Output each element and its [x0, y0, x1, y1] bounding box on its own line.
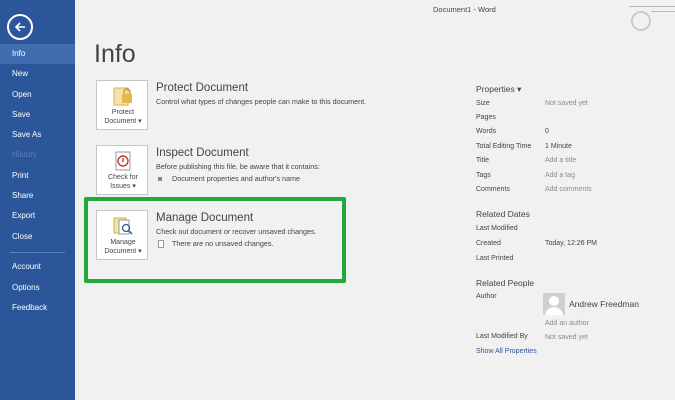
properties-heading[interactable]: Properties ▾ — [476, 84, 521, 95]
author-name[interactable]: Andrew Freedman — [569, 299, 639, 309]
prop-value-title[interactable]: Add a title — [545, 157, 576, 164]
nav-item-history: History — [12, 150, 37, 159]
nav-item-info[interactable]: Info — [0, 44, 75, 64]
nav-item-open[interactable]: Open — [0, 85, 75, 105]
date-label-last-modified: Last Modified — [476, 225, 518, 232]
protect-document-button[interactable]: Protect Document ▾ — [96, 80, 148, 130]
people-value-last-modified-by: Not saved yet — [545, 334, 588, 341]
nav-item-feedback[interactable]: Feedback — [0, 298, 75, 318]
window-controls-line-2 — [651, 11, 675, 12]
people-label-author: Author — [476, 293, 497, 300]
prop-label-pages: Pages — [476, 114, 496, 121]
prop-value-tags[interactable]: Add a tag — [545, 172, 575, 179]
highlight-box — [84, 197, 346, 283]
avatar-head — [549, 296, 559, 306]
inspect-document-icon — [112, 151, 134, 171]
inspect-bullet-text: Document properties and author's name — [172, 174, 301, 183]
prop-value-words: 0 — [545, 128, 549, 135]
protect-document-title: Protect Document — [156, 82, 249, 94]
nav-item-options[interactable]: Options — [0, 278, 75, 298]
touch-mode-icon[interactable] — [631, 11, 651, 31]
nav-item-share[interactable]: Share — [0, 186, 75, 206]
page-title: Info — [94, 40, 136, 68]
inspect-document-section: Check for Issues ▾ Inspect Document Befo… — [96, 145, 476, 195]
protect-document-desc: Control what types of changes people can… — [156, 97, 367, 106]
nav-divider — [10, 252, 65, 253]
nav-item-close[interactable]: Close — [0, 227, 75, 247]
back-arrow-icon[interactable] — [7, 14, 33, 40]
prop-label-tags: Tags — [476, 172, 491, 179]
nav-item-save[interactable]: Save — [0, 105, 75, 125]
date-value-created: Today, 12:26 PM — [545, 240, 598, 247]
avatar-body — [545, 307, 563, 315]
nav-item-print[interactable]: Print — [0, 166, 75, 186]
nav-item-account[interactable]: Account — [0, 257, 75, 277]
prop-label-editing-time: Total Editing Time — [476, 143, 532, 150]
nav-item-export[interactable]: Export — [0, 206, 75, 226]
show-all-properties-link[interactable]: Show All Properties — [476, 348, 537, 355]
related-people-heading: Related People — [476, 278, 535, 288]
backstage-nav: Info New Open Save Save As History Print… — [0, 0, 75, 400]
prop-label-size: Size — [476, 100, 490, 107]
avatar — [543, 293, 565, 315]
inspect-tile-label-2: Issues ▾ — [110, 183, 136, 190]
prop-label-comments: Comments — [476, 186, 510, 193]
prop-value-comments[interactable]: Add comments — [545, 186, 592, 193]
nav-item-new[interactable]: New — [0, 64, 75, 84]
protect-document-section: Protect Document ▾ Protect Document Cont… — [96, 80, 476, 130]
bullet-icon — [158, 177, 162, 182]
inspect-document-title: Inspect Document — [156, 147, 249, 159]
lock-icon — [112, 86, 134, 106]
people-label-last-modified-by: Last Modified By — [476, 333, 528, 340]
check-for-issues-button[interactable]: Check for Issues ▾ — [96, 145, 148, 195]
add-author-link[interactable]: Add an author — [545, 320, 589, 327]
date-label-last-printed: Last Printed — [476, 255, 514, 262]
protect-tile-label-2: Document ▾ — [104, 118, 142, 125]
date-label-created: Created — [476, 240, 501, 247]
window-title: Document1 - Word — [433, 5, 496, 14]
prop-value-editing-time: 1 Minute — [545, 143, 572, 150]
prop-value-size: Not saved yet — [545, 100, 588, 107]
prop-label-words: Words — [476, 128, 497, 135]
prop-label-title: Title — [476, 157, 489, 164]
protect-tile-label-1: Protect — [111, 109, 135, 116]
inspect-tile-label-1: Check for — [108, 174, 138, 181]
window-controls-line — [629, 6, 675, 7]
inspect-document-desc: Before publishing this file, be aware th… — [156, 162, 320, 171]
nav-item-save-as[interactable]: Save As — [0, 125, 75, 145]
inspect-bullet: Document properties and author's name — [158, 174, 300, 183]
related-dates-heading: Related Dates — [476, 209, 530, 219]
